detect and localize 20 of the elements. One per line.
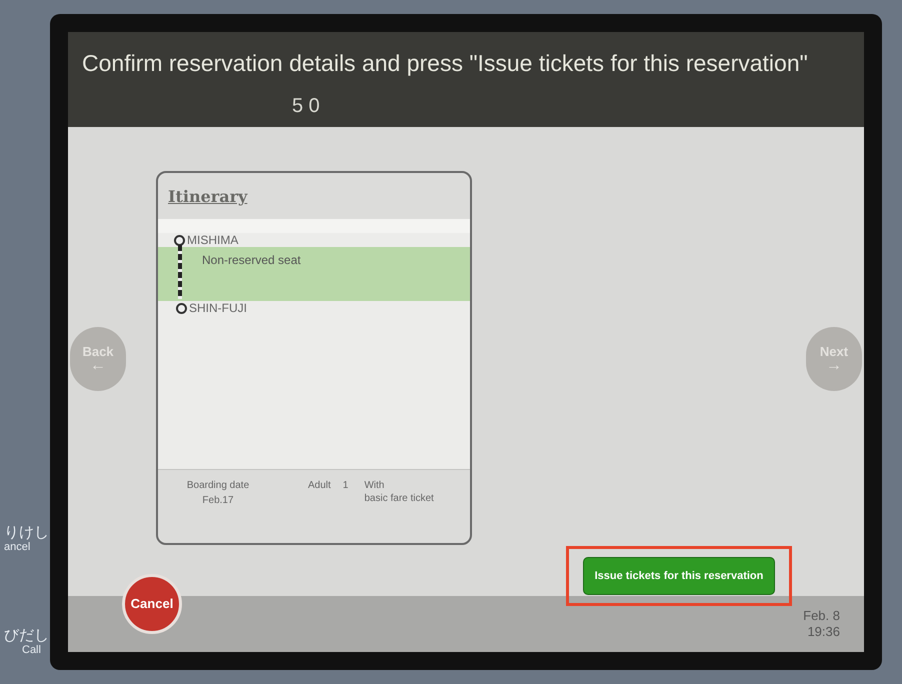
departure-station: MISHIMA <box>187 232 238 249</box>
bezel-label-english: ancel <box>4 542 32 553</box>
issue-tickets-button[interactable]: Issue tickets for this reservation <box>583 557 775 595</box>
boarding-date: Feb.17 <box>202 494 234 507</box>
ticket-type: With <box>364 480 386 492</box>
boarding-date-label: Boarding date <box>186 480 250 492</box>
clock-date: Feb. 8 <box>803 608 840 624</box>
arrival-station: SHIN-FUJI <box>189 300 247 317</box>
bezel-label-english: Call <box>21 645 42 656</box>
bezel-label-japanese: びだし <box>4 628 49 643</box>
clock-time: 19:36 <box>807 624 840 640</box>
itinerary-title: Itinerary <box>168 186 249 208</box>
instruction-text: Confirm reservation details and press "Issue tickets for this reservation" <box>82 49 809 78</box>
cancel-button[interactable]: Cancel <box>122 574 182 634</box>
seat-type: Non-reserved seat <box>202 252 301 269</box>
bezel-label-japanese: りけし <box>4 525 49 540</box>
passenger-count: 1 <box>342 480 348 492</box>
ticket-type: basic fare ticket <box>364 492 434 505</box>
passenger-type: Adult <box>308 480 331 492</box>
reservation-number: 5 0 <box>292 94 321 118</box>
